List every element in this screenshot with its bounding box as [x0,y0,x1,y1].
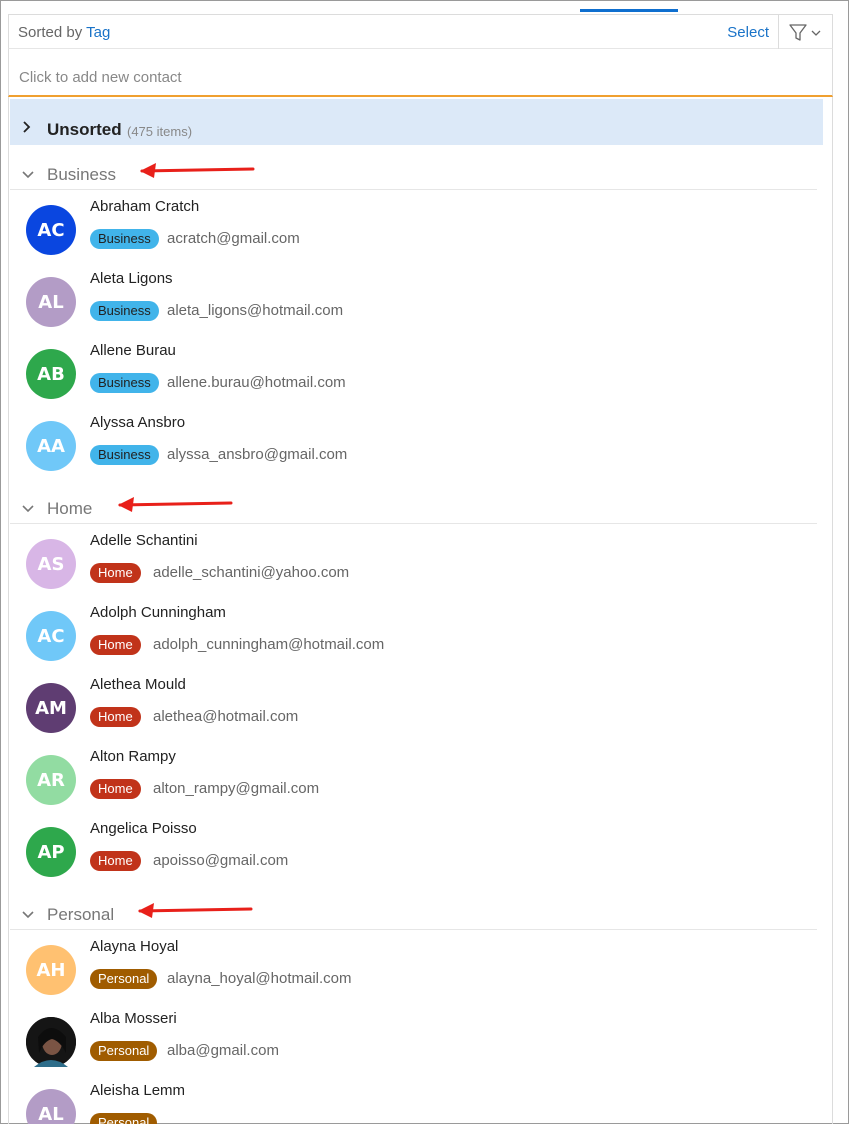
contact-row[interactable]: AR Alton Rampy Home alton_rampy@gmail.com [10,743,817,815]
chevron-right-icon [23,121,31,133]
toolbar-divider [778,15,779,49]
contact-name: Alethea Mould [90,676,186,693]
contact-email: aleta_ligons@hotmail.com [167,302,344,319]
chevron-down-icon [811,30,821,36]
tag-badge: Home [90,563,141,583]
avatar: AC [26,611,76,661]
sorted-by-label: Sorted by [18,24,83,41]
contact-name: Adolph Cunningham [90,604,226,621]
add-contact-placeholder: Click to add new contact [19,69,182,86]
annotation-arrow-icon [140,163,255,178]
avatar: AR [26,755,76,805]
contact-email: allene.burau@hotmail.com [167,374,346,391]
avatar: AH [26,945,76,995]
active-tab-indicator [580,9,678,12]
contact-row[interactable]: AS Adelle Schantini Home adelle_schantini@y… [10,527,817,599]
contact-name: Abraham Cratch [90,198,200,215]
group-header-unsorted[interactable]: Unsorted (475 items) [10,99,823,145]
tag-badge: Personal [90,1041,158,1061]
contact-email: alyssa_ansbro@gmail.com [167,446,348,463]
sort-control[interactable]: Sorted by Tag [18,24,110,41]
contact-row[interactable]: AM Alethea Mould Home alethea@hotmail.com [10,671,817,743]
contact-email: adelle_schantini@yahoo.com [153,564,350,581]
tag-badge: Personal [90,1113,158,1124]
group-header-personal[interactable]: Personal [10,905,817,930]
contact-email: adolph_cunningham@hotmail.com [153,636,385,653]
contact-name: Aleisha Lemm [90,1082,186,1099]
contact-email: alethea@hotmail.com [153,708,299,725]
contact-name: Angelica Poisso [90,820,197,837]
contact-name: Alba Mosseri [90,1010,177,1027]
avatar: AS [26,539,76,589]
group-header-business[interactable]: Business [10,165,817,190]
contact-name: Alayna Hoyal [90,938,179,955]
group-title: Personal [47,905,115,924]
contact-name: Allene Burau [90,342,176,359]
tag-badge: Home [90,707,141,727]
avatar: AM [26,683,76,733]
contact-name: Aleta Ligons [90,270,173,287]
group-title: Home [47,499,93,518]
contact-email: apoisso@gmail.com [153,852,289,869]
avatar: AL [26,277,76,327]
chevron-down-icon [22,171,34,179]
avatar-photo [26,1017,76,1067]
contact-row[interactable]: AP Angelica Poisso Home apoisso@gmail.com [10,815,817,887]
avatar: AA [26,421,76,471]
contact-row[interactable]: AH Alayna Hoyal Personal alayna_hoyal@hotma… [10,933,817,1005]
add-contact-field[interactable]: Click to add new contact [8,49,833,97]
contact-email: alba@gmail.com [167,1042,279,1059]
filter-button[interactable] [786,21,826,45]
chevron-down-icon [22,505,34,513]
avatar: AL [26,1089,76,1124]
contact-row[interactable]: Alba Mosseri Personal alba@gmail.com [10,1005,817,1077]
group-title: Unsorted [47,120,122,139]
contact-name: Alyssa Ansbro [90,414,186,431]
avatar: AP [26,827,76,877]
contact-email: alayna_hoyal@hotmail.com [167,970,352,987]
tag-badge: Home [90,635,141,655]
tag-badge: Home [90,851,141,871]
contact-row[interactable]: AL Aleisha Lemm Personal [10,1077,817,1124]
contact-name: Alton Rampy [90,748,176,765]
chevron-down-icon [22,911,34,919]
group-count: (475 items) [127,124,193,139]
contact-row[interactable]: AA Alyssa Ansbro Business alyssa_ansbro@gma… [10,409,817,481]
contact-name: Adelle Schantini [90,532,198,549]
annotation-arrow-icon [138,903,253,918]
contact-row[interactable]: AL Aleta Ligons Business aleta_ligons@hotma… [10,265,817,337]
tag-badge: Home [90,779,141,799]
person-photo-icon [26,1017,76,1067]
contact-list: Unsorted (475 items) Business AC Abraham C… [8,97,833,1124]
tag-badge: Business [90,445,159,465]
toolbar: Sorted by Tag Select [8,14,833,49]
contact-row[interactable]: AC Abraham Cratch Business acratch@gmail.co… [10,193,817,265]
tag-badge: Personal [90,969,158,989]
tag-badge: Business [90,373,159,393]
contact-row[interactable]: AB Allene Burau Business allene.burau@hotma… [10,337,817,409]
tag-badge: Business [90,301,159,321]
select-button[interactable]: Select [727,24,769,41]
avatar: AB [26,349,76,399]
contact-email: alton_rampy@gmail.com [153,780,320,797]
filter-icon [789,24,821,41]
avatar: AC [26,205,76,255]
contact-row[interactable]: AC Adolph Cunningham Home adolph_cunningham… [10,599,817,671]
tag-badge: Business [90,229,159,249]
annotation-arrow-icon [118,497,233,512]
group-title: Business [47,165,116,184]
sort-field-link[interactable]: Tag [86,24,110,41]
contact-email: acratch@gmail.com [167,230,300,247]
